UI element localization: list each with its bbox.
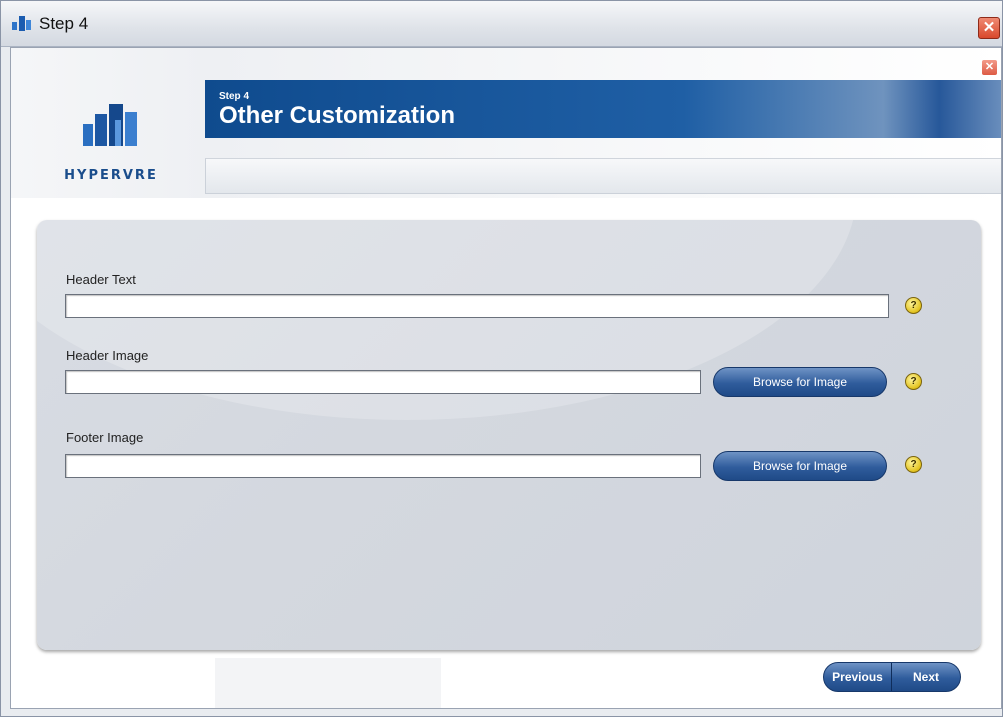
form-panel: Header Text ? Header Image Browse for Im… <box>37 220 981 650</box>
step-label: Step 4 <box>219 91 250 102</box>
header-text-field[interactable] <box>65 294 889 318</box>
hypervre-logo: HYPERVRE <box>61 76 161 183</box>
browse-footer-image-button[interactable]: Browse for Image <box>713 451 887 481</box>
app-icon <box>12 16 31 31</box>
help-icon[interactable]: ? <box>905 456 922 473</box>
logo-text: HYPERVRE <box>64 168 158 183</box>
previous-button[interactable]: Previous <box>824 663 892 691</box>
window: Step 4 ✕ HYPERVRE Step 4 Other Customiza… <box>0 0 1003 717</box>
page-title: Other Customization <box>219 102 456 129</box>
inner-close-icon[interactable]: ✕ <box>982 60 997 75</box>
nav-buttons: Previous Next <box>823 662 961 692</box>
sub-header-bar <box>205 158 1001 194</box>
footer-image-field[interactable] <box>65 454 701 478</box>
header-text-label: Header Text <box>66 272 136 287</box>
header-image-field[interactable] <box>65 370 701 394</box>
browse-header-image-button[interactable]: Browse for Image <box>713 367 887 397</box>
help-icon[interactable]: ? <box>905 373 922 390</box>
header-image-label: Header Image <box>66 348 149 363</box>
title-banner: Step 4 Other Customization <box>205 80 1001 138</box>
content-area: HYPERVRE Step 4 Other Customization ✕ He… <box>10 47 1002 709</box>
footer-decoration <box>215 658 441 708</box>
help-icon[interactable]: ? <box>905 297 922 314</box>
title-bar: Step 4 ✕ <box>1 1 1002 47</box>
hypervre-logo-icon <box>83 104 137 146</box>
next-button[interactable]: Next <box>892 663 960 691</box>
window-close-icon[interactable]: ✕ <box>978 17 1000 39</box>
footer-image-label: Footer Image <box>66 430 144 445</box>
window-title: Step 4 <box>39 14 89 33</box>
